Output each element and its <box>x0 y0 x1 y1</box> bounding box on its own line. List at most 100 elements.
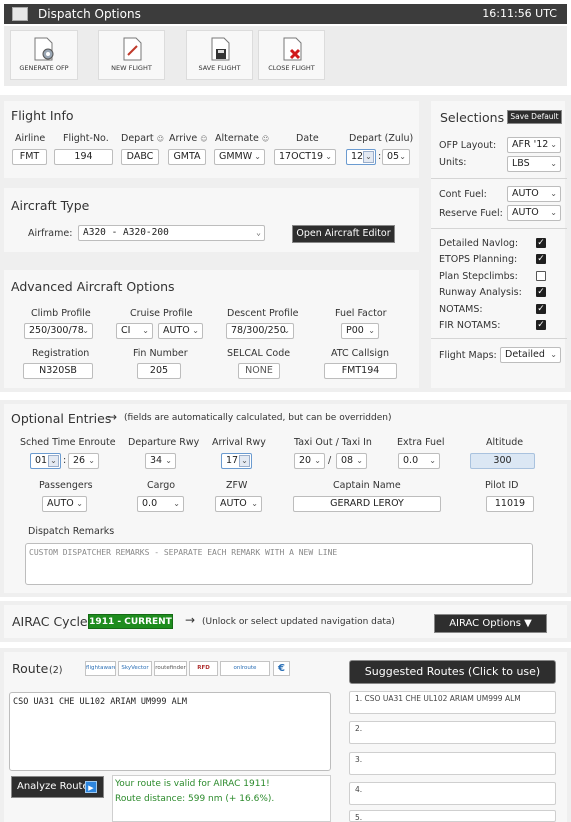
descent-profile-select[interactable]: 78/300/250 ⌄ <box>226 323 294 339</box>
save-flight-icon <box>211 37 229 61</box>
routefinder-logo-button[interactable]: routefinder <box>154 661 187 676</box>
chevron-down-icon: ⌄ <box>256 228 261 237</box>
chevron-down-icon: ⌄ <box>192 326 199 335</box>
fir-notams-checkbox[interactable]: ✓ <box>536 320 546 330</box>
flight-maps-label: Flight Maps: <box>439 350 497 361</box>
close-flight-button[interactable]: CLOSE FLIGHT <box>258 30 325 80</box>
reserve-fuel-label: Reserve Fuel: <box>439 208 503 219</box>
chevron-down-icon: ⌄ <box>173 499 180 508</box>
new-flight-button[interactable]: NEW FLIGHT <box>98 30 165 80</box>
cruise-mode-select[interactable]: CI ⌄ <box>116 323 153 339</box>
airline-input[interactable]: FMT <box>12 149 47 165</box>
alternate-select[interactable]: GMMW ⌄ <box>214 149 265 165</box>
arrive-input[interactable]: GMTA <box>168 149 206 165</box>
arrival-rwy-select[interactable]: 17 ⌄ <box>221 453 252 469</box>
suggested-route-item[interactable]: 4. <box>349 782 556 805</box>
skyvector-logo-button[interactable]: SkyVector <box>118 661 152 676</box>
chevron-down-icon: ⌄ <box>88 456 95 465</box>
chevron-down-icon: ⌄ <box>142 326 149 335</box>
suggested-route-item[interactable]: 5. <box>349 810 556 822</box>
flightaware-logo-button[interactable]: flightaware <box>85 661 116 676</box>
chevron-down-icon: ⌄ <box>550 208 557 217</box>
ofp-layout-select[interactable]: AFR '12 ⌄ <box>507 137 561 153</box>
detailed-navlog-checkbox[interactable]: ✓ <box>536 238 546 248</box>
extra-fuel-select[interactable]: 0.0 ⌄ <box>398 453 440 469</box>
rfd-logo-button[interactable]: RFD <box>189 661 218 676</box>
departure-rwy-label: Departure Rwy <box>128 437 200 448</box>
dispatch-remarks-label: Dispatch Remarks <box>28 526 115 537</box>
fuel-factor-select[interactable]: P00 ⌄ <box>341 323 379 339</box>
airline-label: Airline <box>15 133 46 144</box>
zfw-select[interactable]: AUTO ⌄ <box>215 496 262 512</box>
dispatch-remarks-textarea[interactable]: CUSTOM DISPATCHER REMARKS - SEPARATE EAC… <box>25 543 533 585</box>
chevron-down-icon: ⌄ <box>550 189 557 198</box>
cruise-profile-label: Cruise Profile <box>130 308 193 319</box>
alternate-label: Alternate ☺ <box>215 133 270 144</box>
depart-info-icon: ☺ <box>156 135 164 143</box>
suggested-routes-button[interactable]: Suggested Routes (Click to use) <box>349 660 556 684</box>
airac-note: (Unlock or select updated navigation dat… <box>202 617 395 627</box>
notams-checkbox[interactable]: ✓ <box>536 304 546 314</box>
climb-profile-select[interactable]: 250/300/78 ⌄ <box>24 323 93 339</box>
airac-options-button[interactable]: AIRAC Options ▼ <box>434 614 547 633</box>
suggested-route-item[interactable]: 2. <box>349 721 556 744</box>
captain-name-input[interactable]: GERARD LEROY <box>293 496 441 512</box>
depzulu-label: Depart (Zulu) <box>349 133 414 144</box>
route-distance-message: Route distance: 599 nm (+ 16.6%). <box>115 794 275 804</box>
airframe-select[interactable]: A320 - A320-200 ⌄ <box>78 225 265 241</box>
analyze-route-button[interactable]: Analyze Route ▶ <box>11 776 104 798</box>
cargo-select[interactable]: 0.0 ⌄ <box>137 496 184 512</box>
aircraft-type-title: Aircraft Type <box>11 198 90 213</box>
plan-stepclimbs-checkbox[interactable] <box>536 271 546 281</box>
optional-entries-note: (fields are automatically calculated, bu… <box>124 413 392 423</box>
altitude-label: Altitude <box>486 437 524 448</box>
dep-minute-select[interactable]: 05 ⌄ <box>382 149 410 165</box>
save-flight-button[interactable]: SAVE FLIGHT <box>186 30 253 80</box>
dep-hour-select[interactable]: 12 ⌄ <box>346 149 376 165</box>
sched-hours-select[interactable]: 01 ⌄ <box>30 453 61 469</box>
advanced-title: Advanced Aircraft Options <box>11 279 175 294</box>
sched-minutes-select[interactable]: 26 ⌄ <box>68 453 99 469</box>
fin-number-input[interactable]: 205 <box>137 363 181 379</box>
taxi-out-select[interactable]: 20 ⌄ <box>294 453 325 469</box>
etops-planning-checkbox[interactable]: ✓ <box>536 254 546 264</box>
onlroute-logo-button[interactable]: onlroute <box>220 661 270 676</box>
registration-input[interactable]: N320SB <box>23 363 93 379</box>
generate-ofp-button[interactable]: GENERATE OFP <box>10 30 78 80</box>
cruise-value-select[interactable]: AUTO ⌄ <box>158 323 203 339</box>
date-select[interactable]: 17OCT19 ⌄ <box>274 149 336 165</box>
passengers-select[interactable]: AUTO ⌄ <box>42 496 87 512</box>
suggested-route-item[interactable]: 1. CSO UA31 CHE UL102 ARIAM UM999 ALM <box>349 691 556 714</box>
cont-fuel-select[interactable]: AUTO ⌄ <box>507 186 561 202</box>
chevron-down-icon: ⌄ <box>356 456 363 465</box>
route-textarea[interactable]: CSO UA31 CHE UL102 ARIAM UM999 ALM <box>9 692 331 771</box>
chevron-down-icon: ⌄ <box>283 326 290 335</box>
zfw-label: ZFW <box>226 480 248 491</box>
chevron-down-icon: ⌄ <box>251 499 258 508</box>
atc-callsign-input[interactable]: FMT194 <box>324 363 397 379</box>
altitude-input[interactable]: 300 <box>470 453 535 469</box>
runway-analysis-checkbox[interactable]: ✓ <box>536 287 546 297</box>
suggested-route-item[interactable]: 3. <box>349 752 556 775</box>
flight-maps-select[interactable]: Detailed ⌄ <box>500 347 561 363</box>
date-label: Date <box>296 133 319 144</box>
pilot-id-input[interactable]: 11019 <box>486 496 534 512</box>
save-default-button[interactable]: Save Default <box>507 110 562 124</box>
new-flight-label: NEW FLIGHT <box>111 64 152 72</box>
pilot-id-label: Pilot ID <box>485 480 519 491</box>
cargo-label: Cargo <box>147 480 176 491</box>
fir-notams-label: FIR NOTAMS: <box>439 320 501 331</box>
depart-input[interactable]: DABC <box>121 149 159 165</box>
departure-rwy-select[interactable]: 34 ⌄ <box>145 453 176 469</box>
taxi-in-select[interactable]: 08 ⌄ <box>336 453 367 469</box>
open-aircraft-editor-button[interactable]: Open Aircraft Editor <box>292 225 395 243</box>
chevron-down-icon: ⌄ <box>314 456 321 465</box>
flight-info-title: Flight Info <box>11 108 74 123</box>
flightno-input[interactable]: 194 <box>54 149 113 165</box>
reserve-fuel-select[interactable]: AUTO ⌄ <box>507 205 561 221</box>
e-icon[interactable]: e-icon€ <box>273 661 290 676</box>
selcal-input[interactable]: NONE <box>238 363 280 379</box>
atc-callsign-label: ATC Callsign <box>331 348 390 359</box>
units-select[interactable]: LBS ⌄ <box>507 156 561 172</box>
route-title: Route <box>12 661 49 676</box>
